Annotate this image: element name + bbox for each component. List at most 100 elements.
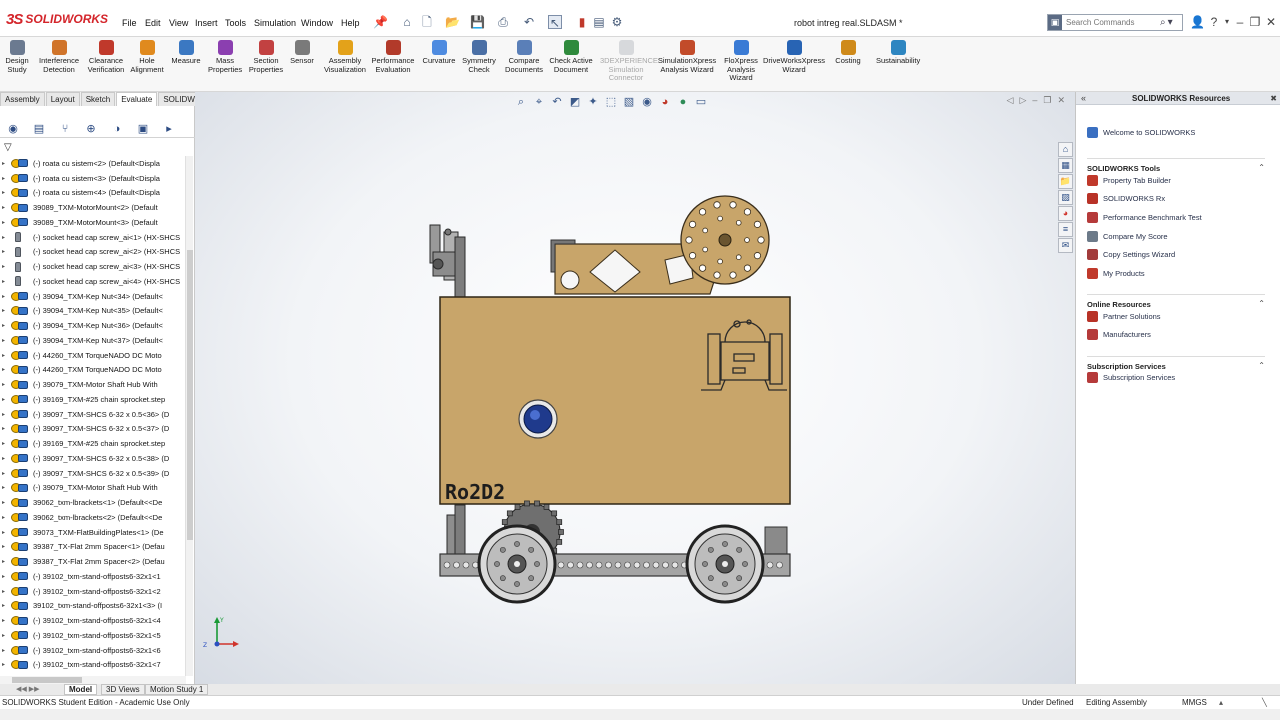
tree-item[interactable]: ▸ (-) 39102_txm-stand-offposts6-32x1<5 [0,628,186,643]
main-body-box[interactable]: Ro2D2 [439,296,791,505]
3dexperience-button[interactable]: 3DEXPERIENCE Simulation Connector [600,40,658,83]
expand-arrow-icon[interactable]: ▸ [2,248,11,255]
feature-manager-icon[interactable]: ◉ [0,120,26,138]
tab-evaluate[interactable]: Evaluate [116,92,158,106]
resource-link[interactable]: Copy Settings Wizard [1087,249,1175,261]
expand-arrow-icon[interactable]: ▸ [2,219,11,226]
scroll-thumb[interactable] [187,250,193,540]
expand-arrow-icon[interactable]: ▸ [2,366,11,373]
search-icon[interactable]: ⌕ [1160,17,1166,28]
save-icon[interactable]: 💾 [470,15,485,29]
new-document-icon[interactable]: 🗋 [420,15,434,29]
tree-item[interactable]: ▸ (-) 39097_TXM-SHCS 6-32 x 0.5<38> (D [0,451,186,466]
tree-item[interactable]: ▸ (-) 44260_TXM TorqueNADO DC Moto [0,363,186,378]
resource-link[interactable]: SOLIDWORKS Rx [1087,193,1165,205]
tab-3d-views[interactable]: 3D Views [101,684,145,695]
view-palette-icon[interactable]: ▨ [1058,190,1073,205]
close-icon[interactable]: ✕ [1264,15,1278,29]
resource-link[interactable]: My Products [1087,268,1145,280]
measure-button[interactable]: Measure [170,40,202,66]
check-active-button[interactable]: Check Active Document [548,40,594,74]
interference-button[interactable]: Interference Detection [36,40,82,74]
expand-arrow-icon[interactable]: ▸ [2,396,11,403]
section-view-icon[interactable]: ◩ [567,94,583,110]
expand-arrow-icon[interactable]: ▸ [2,602,11,609]
forum-icon[interactable]: ✉ [1058,238,1073,253]
open-icon[interactable]: 📂 [445,15,460,29]
menu-insert[interactable]: Insert [195,18,218,28]
apply-scene-icon[interactable]: ● [675,94,691,110]
welcome-link[interactable]: Welcome to SOLIDWORKS [1087,126,1195,138]
search-commands-box[interactable]: ▣ ⌕ ▾ [1047,14,1183,31]
driveworks-button[interactable]: DriveWorksXpress Wizard [762,40,826,74]
assembly-visualization-button[interactable]: Assembly Visualization [322,40,368,74]
tree-item[interactable]: ▸ (-) socket head cap screw_ai<1> (HX-SHC… [0,230,186,245]
status-units[interactable]: MMGS [1182,698,1207,707]
mass-properties-button[interactable]: Mass Properties [208,40,242,74]
tree-item[interactable]: ▸ (-) 39102_txm-stand-offposts6-32x1<6 [0,643,186,658]
minimize-icon[interactable]: – [1233,15,1247,29]
tree-item[interactable]: ▸ (-) 39097_TXM-SHCS 6-32 x 0.5<37> (D [0,422,186,437]
floxpress-button[interactable]: FloXpress Analysis Wizard [721,40,761,83]
tree-item[interactable]: ▸ (-) socket head cap screw_ai<2> (HX-SHC… [0,245,186,260]
tree-item[interactable]: ▸ (-) 39094_TXM-Kep Nut<35> (Default< [0,304,186,319]
expand-arrow-icon[interactable]: ▸ [2,529,11,536]
resource-link[interactable]: Partner Solutions [1087,310,1161,322]
property-manager-icon[interactable]: ▤ [26,120,52,138]
collapse-icon[interactable]: ⌃ [1258,163,1265,172]
expand-arrow-icon[interactable]: ▸ [2,381,11,388]
viewport-prev-icon[interactable]: ◁ [1007,95,1014,106]
menu-file[interactable]: File [122,18,137,28]
tree-item[interactable]: ▸ (-) 39169_TXM-#25 chain sprocket.step [0,436,186,451]
tree-item[interactable]: ▸ (-) 39094_TXM-Kep Nut<36> (Default< [0,318,186,333]
section-header[interactable]: SOLIDWORKS Tools ⌃ [1087,158,1265,173]
cam-manager-icon[interactable]: ▣ [130,120,156,138]
file-explorer-icon[interactable]: 📁 [1058,174,1073,189]
tree-vertical-scrollbar[interactable] [185,156,193,676]
select-icon[interactable]: ↖ [548,15,562,30]
expand-arrow-icon[interactable]: ▸ [2,470,11,477]
right-wheel[interactable] [685,524,765,604]
file-properties-icon[interactable]: ▤ [592,15,606,29]
help-dropdown-icon[interactable]: ▾ [1220,15,1234,29]
resource-link[interactable]: Compare My Score [1087,230,1168,242]
expand-arrow-icon[interactable]: ▸ [2,263,11,270]
robot-3d-model[interactable]: Ro2D2 [425,192,805,612]
scroll-thumb[interactable] [12,677,82,683]
expand-arrow-icon[interactable]: ▸ [2,647,11,654]
tree-item[interactable]: ▸ 39387_TX-Flat 2mm Spacer<1> (Defau [0,540,186,555]
viewport-next-icon[interactable]: ▷ [1019,95,1026,106]
chevron-down-icon[interactable]: ▾ [1168,17,1173,28]
options-gear-icon[interactable]: ⚙ [610,15,624,29]
tree-item[interactable]: ▸ (-) roata cu sistem<4> (Default<Displa [0,186,186,201]
expand-arrow-icon[interactable]: ▸ [2,234,11,241]
tree-horizontal-scrollbar[interactable] [0,676,186,684]
undo-icon[interactable]: ↶ [522,15,536,29]
expand-arrow-icon[interactable]: ▸ [2,175,11,182]
rebuild-icon[interactable]: ▮ [575,15,589,29]
pin-icon[interactable]: ✖ [1270,92,1277,105]
dimxpert-icon[interactable]: ⊕ [78,120,104,138]
expand-arrow-icon[interactable]: ▸ [2,543,11,550]
expand-arrow-icon[interactable]: ▸ [2,588,11,595]
edit-appearance-icon[interactable]: ◕ [657,94,673,110]
curvature-button[interactable]: Curvature [422,40,456,66]
previous-view-icon[interactable]: ↶ [549,94,565,110]
tree-item[interactable]: ▸ (-) 39102_txm-stand-offposts6-32x1<2 [0,584,186,599]
tree-item[interactable]: ▸ 39102_txm-stand-offposts6-32x1<3> (I [0,599,186,614]
expand-arrow-icon[interactable]: ▸ [2,411,11,418]
clearance-button[interactable]: Clearance Verification [86,40,126,74]
section-header[interactable]: Online Resources ⌃ [1087,294,1265,309]
expand-arrow-icon[interactable]: ▸ [2,425,11,432]
tree-item[interactable]: ▸ 39089_TXM-MotorMount<2> (Default [0,200,186,215]
tree-item[interactable]: ▸ 39062_txm-lbrackets<1> (Default<<De [0,495,186,510]
sensor-button[interactable]: Sensor [288,40,316,66]
tab-sketch[interactable]: Sketch [80,92,116,106]
expand-arrow-icon[interactable]: ▸ [2,632,11,639]
expand-arrow-icon[interactable]: ▸ [2,160,11,167]
tree-item[interactable]: ▸ (-) 39169_TXM-#25 chain sprocket.step [0,392,186,407]
tab-motion-study[interactable]: Motion Study 1 [145,684,209,695]
tree-item[interactable]: ▸ 39073_TXM-FlatBuildingPlates<1> (De [0,525,186,540]
hole-alignment-button[interactable]: Hole Alignment [130,40,164,74]
pin-icon[interactable]: 📌 [373,15,388,29]
